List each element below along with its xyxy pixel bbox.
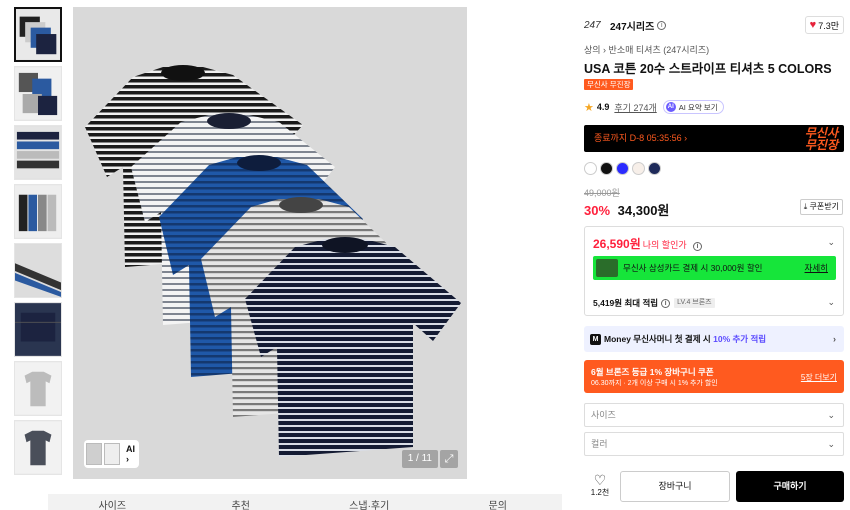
coupon-more-link[interactable]: 5장 더보기 [801, 372, 837, 383]
wishlist-button[interactable]: ♡ 1.2천 [590, 473, 610, 498]
brand-name[interactable]: 247시리즈 [610, 18, 654, 33]
ai-similar-chip[interactable]: AI › [84, 440, 139, 468]
thumbnail-6[interactable] [14, 302, 62, 357]
color-swatch-navy[interactable] [648, 162, 661, 175]
original-price: 49,000원 [584, 188, 620, 198]
ai-icon: AI [665, 102, 676, 112]
tab-recommend[interactable]: 추천 [177, 494, 306, 510]
info-icon[interactable]: i [693, 242, 702, 251]
points-row[interactable]: 5,419원 최대 적립 i LV.4 브론즈 [593, 297, 715, 309]
ai-summary-label: AI 요약 보기 [678, 102, 718, 112]
color-swatches [584, 162, 661, 175]
thumbnail-5[interactable] [14, 243, 62, 298]
benefit-box: 26,590원 나의 할인가 i ⌄ 무신사 삼성카드 결제 시 30,000원 … [584, 226, 844, 316]
product-title: USA 코튼 20수 스트라이프 티셔츠 5 COLORS [584, 62, 832, 76]
review-count-link[interactable]: 후기 274개 [614, 101, 656, 114]
get-coupon-button[interactable]: ⤓ 쿠폰받기 [799, 199, 843, 215]
sale-timer-banner[interactable]: 종료까지 D-8 05:35:56 › 무신사 무진장 [584, 125, 844, 152]
chevron-down-icon: ⌄ [827, 439, 835, 449]
thumbnail-list [14, 7, 62, 479]
color-swatch-ivory[interactable] [632, 162, 645, 175]
tab-snap-review[interactable]: 스냅·후기 [305, 494, 434, 510]
color-swatch-black[interactable] [600, 162, 613, 175]
brand-row: 247 247시리즈 i ♥ 7.3만 [584, 15, 844, 35]
card-discount-banner[interactable]: 무신사 삼성카드 결제 시 30,000원 할인 자세히 [593, 256, 836, 280]
product-info-panel: 247 247시리즈 i ♥ 7.3만 상의 › 반소매 티셔츠 (247시리즈… [574, 0, 850, 510]
rating-row: ★ 4.9 후기 274개 AI AI 요약 보기 [584, 100, 724, 114]
ai-mini-thumbnail [104, 443, 120, 465]
ai-mini-thumbnail [86, 443, 102, 465]
brand-like-button[interactable]: ♥ 7.3만 [804, 16, 844, 34]
chevron-down-icon: ⌄ [827, 410, 835, 420]
color-swatch-white[interactable] [584, 162, 597, 175]
coupon-title: 6월 브론즈 등급 1% 장바구니 쿠폰 [591, 367, 714, 377]
event-logo: 무신사 무진장 [804, 126, 838, 152]
expand-icon[interactable]: ⤢ [440, 450, 458, 468]
info-icon[interactable]: i [661, 298, 671, 308]
thumbnail-1[interactable] [14, 7, 62, 62]
thumbnail-7[interactable] [14, 361, 62, 416]
level-badge: LV.4 브론즈 [674, 298, 715, 308]
breadcrumb[interactable]: 상의 › 반소매 티셔츠 (247시리즈) [584, 43, 709, 56]
color-swatch-blue[interactable] [616, 162, 629, 175]
price-row: 30% 34,300원 [584, 200, 669, 219]
musinsa-money-banner[interactable]: M Money 무신사머니 첫 결제 시 10% 추가 적립 › [584, 326, 844, 352]
my-discount-price[interactable]: 26,590원 나의 할인가 i [593, 235, 702, 252]
thumbnail-3[interactable] [14, 125, 62, 180]
promo-badge: 무신사 무진장 [584, 79, 634, 90]
coupon-subtitle: 06.30까지 · 2개 이상 구매 시 1% 추가 할인 [591, 380, 718, 387]
points-text: 5,419원 최대 적립 [593, 298, 659, 308]
rating-score: 4.9 [596, 102, 610, 112]
ai-chip-label: AI › [126, 444, 135, 464]
money-icon: M [590, 334, 601, 346]
chevron-right-icon: › [833, 334, 836, 344]
heart-outline-icon: ♡ [593, 472, 607, 488]
product-tabs: 사이즈 추천 스냅·후기 문의 [48, 494, 562, 510]
card-detail-link[interactable]: 자세히 [805, 256, 828, 280]
star-icon: ★ [584, 101, 594, 114]
add-to-cart-button[interactable]: 장바구니 [620, 471, 730, 502]
card-image [596, 259, 618, 277]
ai-summary-button[interactable]: AI AI 요약 보기 [662, 100, 724, 114]
tab-inquiry[interactable]: 문의 [434, 494, 563, 510]
tab-size[interactable]: 사이즈 [48, 494, 177, 510]
purchase-bar: ♡ 1.2천 장바구니 구매하기 [584, 471, 850, 503]
buy-now-button[interactable]: 구매하기 [736, 471, 844, 502]
brand-logo[interactable]: 247 [584, 20, 604, 31]
cart-coupon-banner[interactable]: 6월 브론즈 등급 1% 장바구니 쿠폰 06.30까지 · 2개 이상 구매 … [584, 360, 844, 393]
discount-rate: 30% [584, 203, 611, 218]
size-select[interactable]: 사이즈 ⌄ [584, 403, 844, 427]
image-counter: 1 / 11 [401, 450, 438, 468]
chevron-down-icon[interactable]: ⌄ [827, 237, 835, 248]
info-icon[interactable]: i [657, 20, 667, 30]
heart-icon: ♥ [809, 19, 817, 31]
thumbnail-8[interactable] [14, 420, 62, 475]
shirt-navy-stripe [245, 237, 461, 457]
wishlist-count: 1.2천 [590, 488, 610, 497]
sale-timer-text: 종료까지 D-8 05:35:56 › [594, 133, 688, 143]
thumbnail-2[interactable] [14, 66, 62, 121]
chevron-down-icon[interactable]: ⌄ [827, 297, 835, 308]
main-product-image[interactable]: AI › 1 / 11 ⤢ [73, 7, 467, 479]
card-discount-text: 무신사 삼성카드 결제 시 30,000원 할인 [623, 263, 763, 273]
sale-price: 34,300원 [617, 203, 670, 218]
color-select[interactable]: 컬러 ⌄ [584, 432, 844, 456]
brand-like-count: 7.3만 [818, 20, 839, 31]
thumbnail-4[interactable] [14, 184, 62, 239]
